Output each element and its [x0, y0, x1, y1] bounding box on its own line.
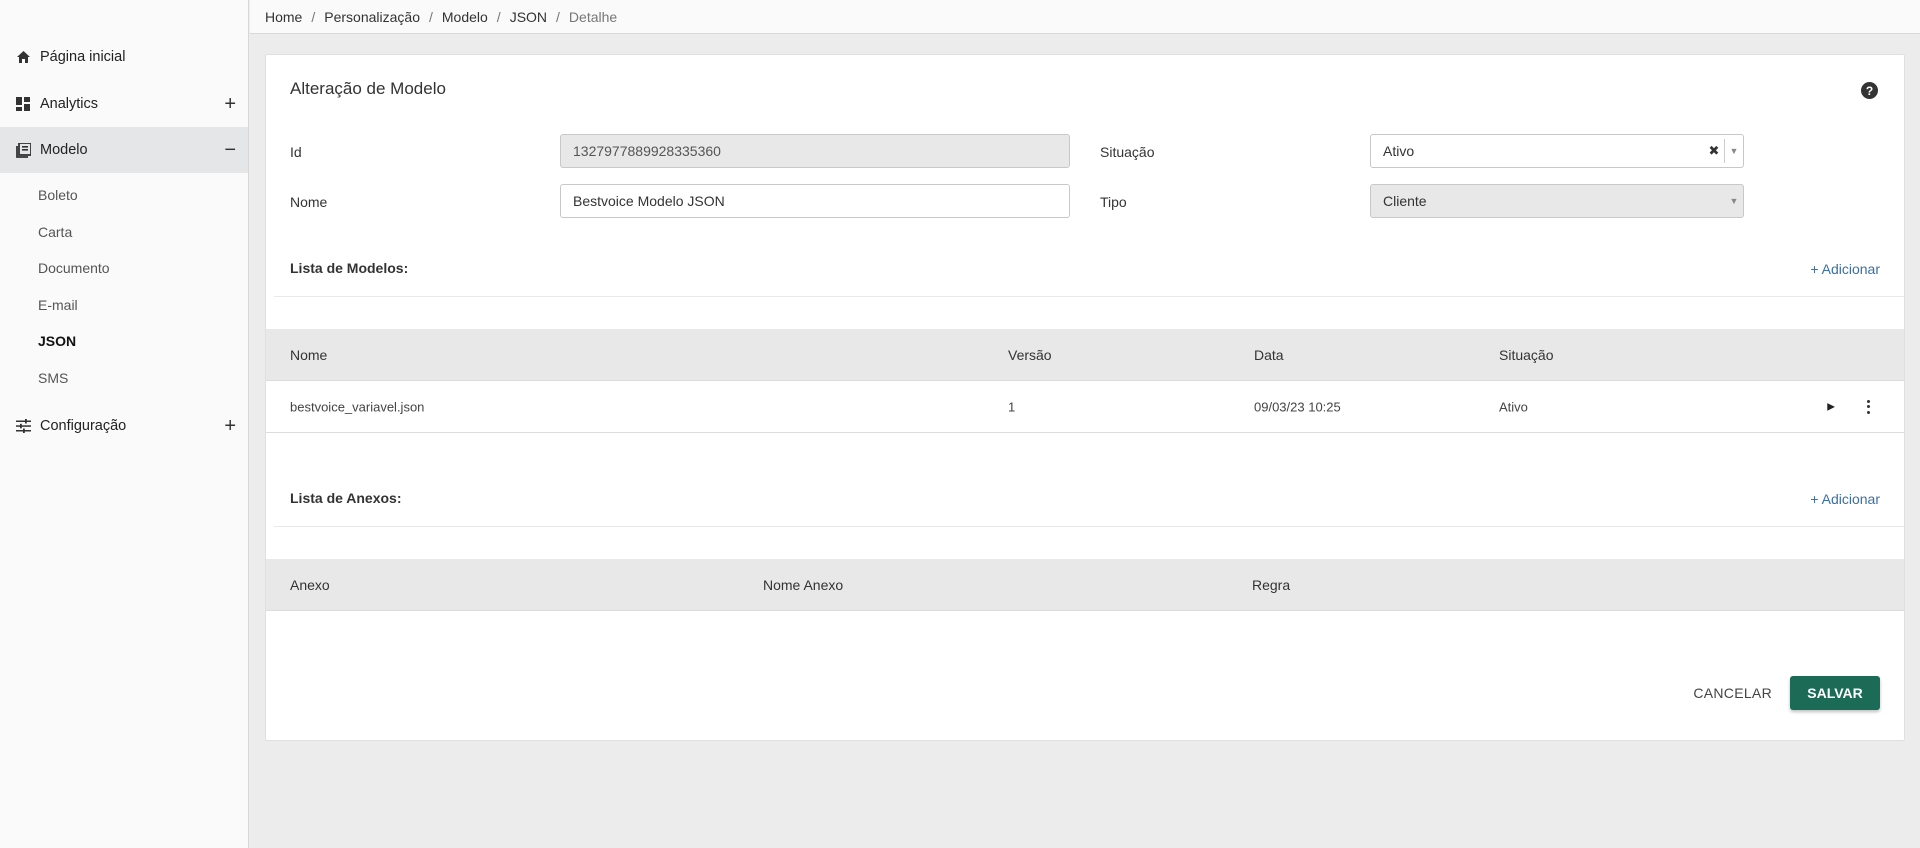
table-row[interactable]: bestvoice_variavel.json 1 09/03/23 10:25… [266, 381, 1904, 433]
sidebar-item-label: Configuração [40, 418, 127, 434]
chevron-down-icon: ▼ [1729, 196, 1739, 206]
column-header[interactable]: Regra [1252, 577, 1290, 593]
column-header[interactable]: Data [1254, 347, 1284, 363]
situacao-select[interactable]: Ativo ✖ ▼ [1370, 134, 1744, 168]
breadcrumb-modelo[interactable]: Modelo [442, 9, 488, 25]
clear-icon[interactable]: ✖ [1704, 143, 1724, 159]
breadcrumb-home[interactable]: Home [265, 9, 302, 25]
column-header[interactable]: Anexo [290, 577, 330, 593]
id-field: 1327977889928335360 [560, 134, 1070, 168]
sidebar-submenu: Boleto Carta Documento E-mail JSON SMS [0, 177, 248, 396]
library-icon [14, 141, 32, 159]
anexos-section-title: Lista de Anexos: [290, 490, 402, 506]
model-edit-card: Alteração de Modelo ? Id 132797788992833… [265, 54, 1905, 741]
tipo-value: Cliente [1383, 193, 1427, 209]
expand-icon[interactable]: + [224, 416, 236, 436]
anexos-table-header: Anexo Nome Anexo Regra [266, 559, 1904, 611]
id-label: Id [290, 144, 302, 160]
situacao-label: Situação [1100, 144, 1155, 160]
home-icon [14, 48, 32, 66]
sidebar-item-configuracao[interactable]: Configuração + [0, 403, 248, 449]
modelos-table-header: Nome Versão Data Situação [266, 329, 1904, 381]
play-icon[interactable]: ▶ [1827, 401, 1835, 412]
tipo-select: Cliente ▼ [1370, 184, 1744, 218]
add-anexo-link[interactable]: + Adicionar [1810, 491, 1880, 507]
collapse-icon[interactable]: − [224, 140, 236, 160]
column-header[interactable]: Versão [1008, 347, 1052, 363]
column-header[interactable]: Nome [290, 347, 327, 363]
sidebar-item-home[interactable]: Página inicial [0, 45, 248, 69]
breadcrumb-json[interactable]: JSON [510, 9, 547, 25]
column-header[interactable]: Nome Anexo [763, 577, 843, 593]
sliders-icon [14, 417, 32, 435]
page-title: Alteração de Modelo [290, 79, 446, 98]
sidebar-subitem-sms[interactable]: SMS [0, 360, 248, 397]
sidebar-subitem-carta[interactable]: Carta [0, 214, 248, 251]
add-modelo-link[interactable]: + Adicionar [1810, 261, 1880, 277]
sidebar-item-label: Analytics [40, 96, 99, 112]
breadcrumb-personalizacao[interactable]: Personalização [324, 9, 420, 25]
nome-label: Nome [290, 194, 328, 210]
cell-data: 09/03/23 10:25 [1254, 399, 1341, 414]
sidebar-subitem-boleto[interactable]: Boleto [0, 177, 248, 214]
sidebar-subitem-documento[interactable]: Documento [0, 250, 248, 287]
column-header[interactable]: Situação [1499, 347, 1553, 363]
dashboard-icon [14, 95, 32, 113]
help-icon[interactable]: ? [1861, 82, 1878, 99]
cancel-button[interactable]: CANCELAR [1681, 675, 1784, 711]
cell-versao: 1 [1008, 399, 1016, 414]
sidebar-item-analytics[interactable]: Analytics + [0, 81, 248, 127]
cell-situacao: Ativo [1499, 399, 1528, 414]
modelos-section-title: Lista de Modelos: [290, 260, 409, 276]
breadcrumb: Home / Personalização / Modelo / JSON / … [250, 0, 1920, 34]
save-button[interactable]: SALVAR [1790, 676, 1880, 710]
sidebar-subitem-email[interactable]: E-mail [0, 287, 248, 324]
cell-nome: bestvoice_variavel.json [290, 399, 425, 414]
situacao-value: Ativo [1383, 143, 1415, 159]
breadcrumb-current: Detalhe [568, 8, 618, 25]
sidebar-item-label: Página inicial [40, 49, 126, 65]
more-vertical-icon[interactable] [1865, 399, 1871, 414]
sidebar-item-label: Modelo [40, 142, 88, 158]
tipo-label: Tipo [1100, 194, 1127, 210]
sidebar-item-modelo[interactable]: Modelo − [0, 127, 248, 173]
sidebar: Página inicial Analytics + Modelo − Bole… [0, 0, 249, 848]
sidebar-subitem-json[interactable]: JSON [0, 323, 248, 360]
chevron-down-icon[interactable]: ▼ [1725, 146, 1743, 156]
nome-input[interactable]: Bestvoice Modelo JSON [560, 184, 1070, 218]
expand-icon[interactable]: + [224, 94, 236, 114]
